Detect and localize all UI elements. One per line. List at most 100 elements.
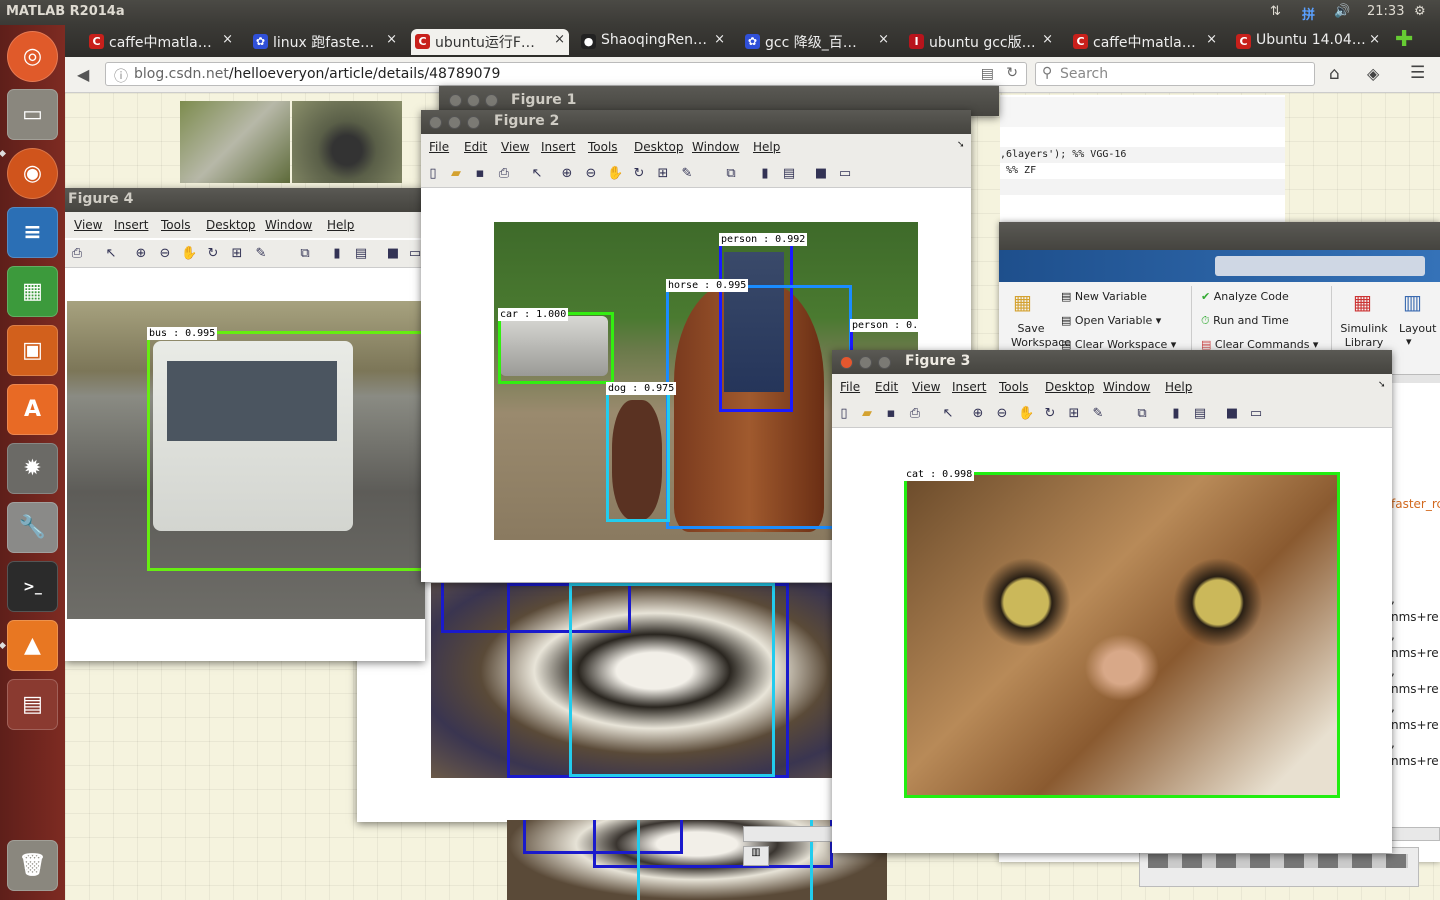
menu-insert[interactable]: Insert — [541, 140, 575, 154]
layout-icon[interactable]: ▥ — [1403, 290, 1422, 314]
zoom-in-icon[interactable]: ⊕ — [970, 406, 986, 422]
new-figure-icon[interactable]: ▯ — [836, 406, 852, 422]
network-updown-icon[interactable]: ⇅ — [1270, 4, 1281, 19]
menu-view[interactable]: View — [501, 140, 529, 154]
zoom-in-icon[interactable]: ⊕ — [133, 246, 149, 262]
zoom-out-icon[interactable]: ⊖ — [994, 406, 1010, 422]
terminal-icon[interactable]: >_ — [7, 561, 58, 612]
impress-icon[interactable]: ▣ — [7, 325, 58, 376]
menu-help[interactable]: Help — [753, 140, 780, 154]
data-cursor-icon[interactable]: ⊞ — [229, 246, 245, 262]
taskbar-thumbnails[interactable] — [1139, 847, 1419, 887]
minimize-icon[interactable] — [448, 116, 461, 129]
browser-tab-2[interactable]: ✿ linux 跑faste… × — [249, 29, 401, 55]
pan-icon[interactable]: ✋ — [1018, 406, 1034, 422]
minimize-icon[interactable] — [467, 94, 480, 107]
browser-tab-5[interactable]: ✿ gcc 降级_百… × — [741, 29, 893, 55]
close-icon[interactable]: × — [386, 32, 397, 47]
show-plot-tools-icon[interactable]: ▭ — [1248, 406, 1264, 422]
run-and-time-button[interactable]: ⏱ Run and Time — [1201, 314, 1289, 328]
print-icon[interactable]: ⎙ — [496, 166, 512, 182]
brush-icon[interactable]: ✎ — [1090, 406, 1106, 422]
browser-tab-4[interactable]: ● ShaoqingRen… × — [577, 29, 729, 55]
close-icon[interactable]: × — [878, 32, 889, 47]
files-icon[interactable]: ▭ — [7, 89, 58, 140]
menu-help[interactable]: Help — [327, 218, 354, 232]
simulink-library-button[interactable]: Simulink Library — [1339, 322, 1389, 350]
rotate-icon[interactable]: ↻ — [631, 166, 647, 182]
close-icon[interactable]: × — [1369, 32, 1380, 47]
close-icon[interactable]: × — [222, 32, 233, 47]
hide-plot-tools-icon[interactable]: ■ — [813, 166, 829, 182]
info-icon[interactable]: ⓘ — [114, 66, 128, 86]
reload-icon[interactable]: ↻ — [1006, 65, 1018, 81]
brush-icon[interactable]: ✎ — [679, 166, 695, 182]
menu-help[interactable]: Help — [1165, 380, 1192, 394]
colorbar-icon[interactable]: ▮ — [1168, 406, 1184, 422]
data-cursor-icon[interactable]: ⊞ — [655, 166, 671, 182]
rotate-icon[interactable]: ↻ — [205, 246, 221, 262]
menu-desktop[interactable]: Desktop — [206, 218, 256, 232]
save-icon[interactable]: ▪ — [883, 406, 899, 422]
close-icon[interactable]: × — [1042, 32, 1053, 47]
writer-icon[interactable]: ≡ — [7, 207, 58, 258]
menu-insert[interactable]: Insert — [952, 380, 986, 394]
close-icon[interactable] — [840, 356, 853, 369]
close-icon[interactable]: × — [554, 32, 565, 47]
menu-file[interactable]: File — [429, 140, 449, 154]
analyze-code-button[interactable]: ✔ Analyze Code — [1201, 290, 1289, 303]
clock[interactable]: 21:33 — [1367, 4, 1404, 19]
save-workspace-button[interactable]: Save Workspace — [1011, 322, 1071, 350]
zoom-out-icon[interactable]: ⊖ — [157, 246, 173, 262]
link-plot-icon[interactable]: ⧉ — [297, 246, 313, 262]
new-tab-plus-icon[interactable]: ✚ — [1395, 27, 1425, 53]
browser-tab-1[interactable]: Ccaffe中matla… × — [85, 29, 237, 55]
browser-tab-8[interactable]: C Ubuntu 14.04… × — [1232, 29, 1384, 55]
browser-tab-7[interactable]: Ccaffe中matla… × — [1069, 29, 1221, 55]
pointer-icon[interactable]: ↖ — [103, 246, 119, 262]
new-figure-icon[interactable]: ▯ — [425, 166, 441, 182]
volume-icon[interactable]: 🔊 — [1334, 4, 1350, 19]
menu-view[interactable]: View — [912, 380, 940, 394]
firefox-icon[interactable]: ◉ — [7, 148, 58, 199]
legend-icon[interactable]: ▤ — [1192, 406, 1208, 422]
pan-icon[interactable]: ✋ — [181, 246, 197, 262]
ubuntu-dash-icon[interactable]: ◎ — [7, 31, 58, 82]
home-icon[interactable]: ⌂ — [1329, 64, 1340, 84]
reader-view-icon[interactable]: ▤ — [981, 66, 994, 82]
open-variable-button[interactable]: ▤ Open Variable ▾ — [1061, 314, 1161, 327]
workspace-switcher-icon[interactable]: ▤ — [7, 679, 58, 730]
link-plot-icon[interactable]: ⧉ — [1134, 406, 1150, 422]
browser-tab-3-active[interactable]: Cubuntu运行F… × — [411, 29, 569, 55]
print-icon[interactable]: ⎙ — [69, 246, 85, 262]
menu-tools[interactable]: Tools — [161, 218, 191, 232]
browser-tab-6[interactable]: Iubuntu gcc版… × — [905, 29, 1057, 55]
maximize-icon[interactable] — [467, 116, 480, 129]
gear-icon[interactable]: ⚙ — [1414, 4, 1426, 19]
menu-desktop[interactable]: Desktop — [634, 140, 684, 154]
system-settings-icon[interactable]: 🔧 — [7, 502, 58, 553]
pan-icon[interactable]: ✋ — [607, 166, 623, 182]
dock-arrow-icon[interactable]: ➘ — [957, 140, 965, 150]
close-icon[interactable] — [449, 94, 462, 107]
data-cursor-icon[interactable]: ⊞ — [1066, 406, 1082, 422]
maximize-icon[interactable] — [878, 356, 891, 369]
software-center-icon[interactable]: A — [7, 384, 58, 435]
print-icon[interactable]: ⎙ — [907, 406, 923, 422]
menu-window[interactable]: Window — [692, 140, 739, 154]
colorbar-icon[interactable]: ▮ — [757, 166, 773, 182]
back-arrow-icon[interactable]: ◀ — [77, 65, 89, 84]
quick-access-toolbar[interactable] — [1215, 256, 1425, 276]
pointer-icon[interactable]: ↖ — [529, 166, 545, 182]
matlab-icon[interactable]: ▲ — [7, 620, 58, 671]
simulink-library-icon[interactable]: ▦ — [1353, 290, 1372, 314]
layout-button[interactable]: Layout ▾ — [1399, 322, 1436, 348]
close-icon[interactable]: × — [1206, 32, 1217, 47]
close-icon[interactable] — [429, 116, 442, 129]
brush-icon[interactable]: ✎ — [253, 246, 269, 262]
menu-file[interactable]: File — [840, 380, 860, 394]
network-tool-icon[interactable]: ✹ — [7, 443, 58, 494]
maximize-icon[interactable] — [485, 94, 498, 107]
hide-plot-tools-icon[interactable]: ■ — [385, 246, 401, 262]
menu-icon[interactable]: ☰ — [1410, 63, 1425, 83]
